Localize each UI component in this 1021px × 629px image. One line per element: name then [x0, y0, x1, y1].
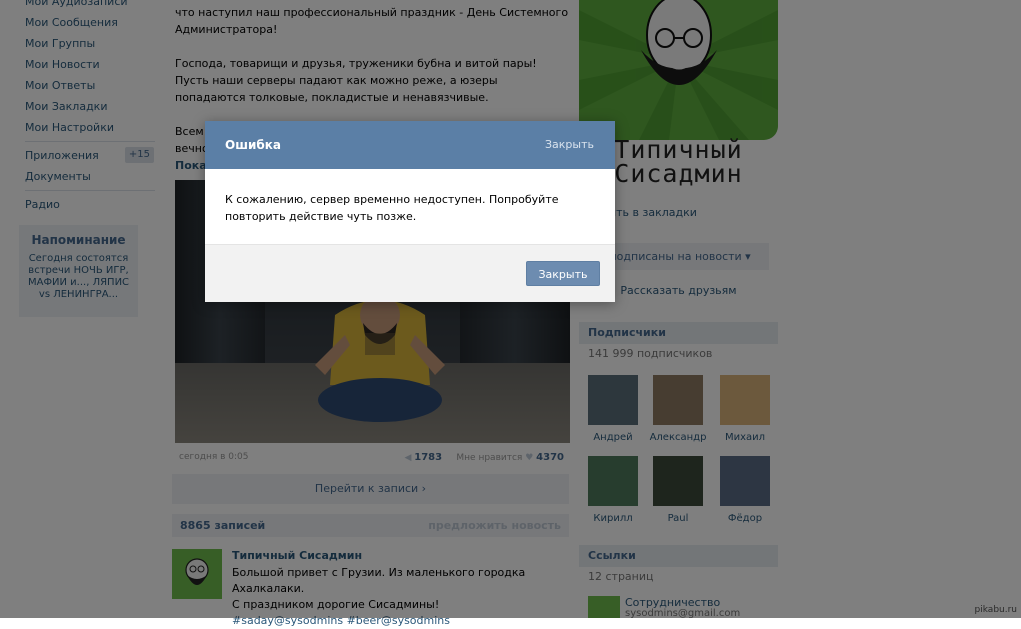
dialog-title: Ошибка — [225, 138, 281, 152]
close-button[interactable]: Закрыть — [526, 261, 600, 286]
page: Мои Аудиозаписи Мои Сообщения Мои Группы… — [0, 0, 1021, 627]
error-dialog: Ошибка Закрыть К сожалению, сервер време… — [205, 121, 615, 302]
dialog-header: Ошибка Закрыть — [205, 121, 615, 169]
modal-backdrop[interactable] — [0, 0, 1021, 618]
dialog-footer: Закрыть — [205, 244, 615, 302]
dialog-message: К сожалению, сервер временно недоступен.… — [225, 193, 559, 223]
dialog-close-link[interactable]: Закрыть — [545, 121, 594, 169]
